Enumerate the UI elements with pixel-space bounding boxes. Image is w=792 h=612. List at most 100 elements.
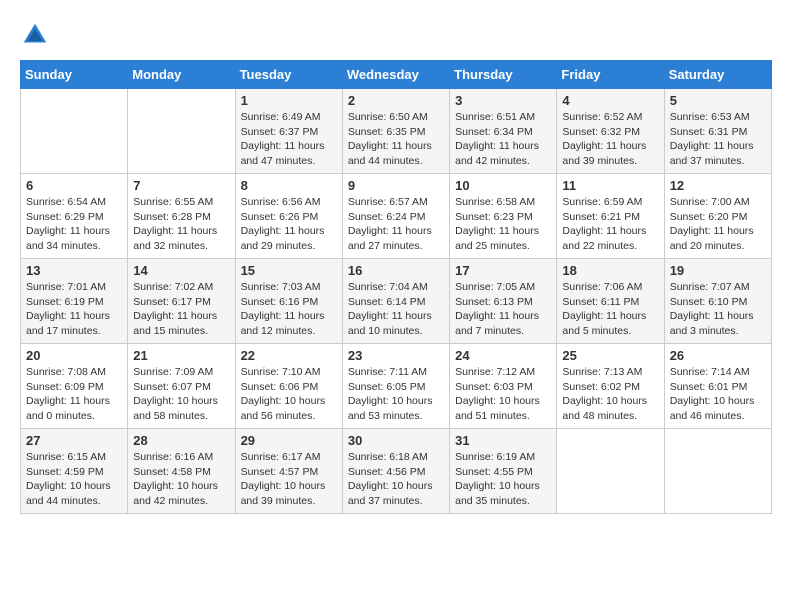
calendar-week-1: 1 Sunrise: 6:49 AM Sunset: 6:37 PM Daylig… <box>21 89 772 174</box>
calendar-cell: 16 Sunrise: 7:04 AM Sunset: 6:14 PM Dayli… <box>342 259 449 344</box>
logo-icon <box>20 20 50 50</box>
day-info: Sunrise: 7:06 AM Sunset: 6:11 PM Dayligh… <box>562 280 658 339</box>
calendar-cell <box>557 429 664 514</box>
calendar-cell: 23 Sunrise: 7:11 AM Sunset: 6:05 PM Dayli… <box>342 344 449 429</box>
day-info: Sunrise: 7:02 AM Sunset: 6:17 PM Dayligh… <box>133 280 229 339</box>
calendar-header: Sunday Monday Tuesday Wednesday Thursday… <box>21 61 772 89</box>
day-number: 31 <box>455 433 551 448</box>
day-number: 8 <box>241 178 337 193</box>
calendar-cell: 20 Sunrise: 7:08 AM Sunset: 6:09 PM Dayli… <box>21 344 128 429</box>
day-info: Sunrise: 6:49 AM Sunset: 6:37 PM Dayligh… <box>241 110 337 169</box>
day-number: 28 <box>133 433 229 448</box>
day-info: Sunrise: 7:14 AM Sunset: 6:01 PM Dayligh… <box>670 365 766 424</box>
calendar-week-4: 20 Sunrise: 7:08 AM Sunset: 6:09 PM Dayli… <box>21 344 772 429</box>
calendar-cell: 15Sunrise: 7:03 AM Sunset: 6:16 PM Dayli… <box>235 259 342 344</box>
calendar-cell: 12 Sunrise: 7:00 AM Sunset: 6:20 PM Dayli… <box>664 174 771 259</box>
col-saturday: Saturday <box>664 61 771 89</box>
day-info: Sunrise: 6:58 AM Sunset: 6:23 PM Dayligh… <box>455 195 551 254</box>
day-number: 13 <box>26 263 122 278</box>
calendar-week-2: 6 Sunrise: 6:54 AM Sunset: 6:29 PM Daylig… <box>21 174 772 259</box>
calendar-cell: 7 Sunrise: 6:55 AM Sunset: 6:28 PM Daylig… <box>128 174 235 259</box>
day-info: Sunrise: 6:18 AM Sunset: 4:56 PM Dayligh… <box>348 450 444 509</box>
day-number: 22 <box>241 348 337 363</box>
day-info: Sunrise: 7:04 AM Sunset: 6:14 PM Dayligh… <box>348 280 444 339</box>
calendar-cell: 24Sunrise: 7:12 AM Sunset: 6:03 PM Dayli… <box>450 344 557 429</box>
day-info: Sunrise: 6:15 AM Sunset: 4:59 PM Dayligh… <box>26 450 122 509</box>
day-info: Sunrise: 6:55 AM Sunset: 6:28 PM Dayligh… <box>133 195 229 254</box>
day-number: 2 <box>348 93 444 108</box>
day-number: 24 <box>455 348 551 363</box>
col-sunday: Sunday <box>21 61 128 89</box>
calendar-cell: 3Sunrise: 6:51 AM Sunset: 6:34 PM Daylig… <box>450 89 557 174</box>
day-info: Sunrise: 6:54 AM Sunset: 6:29 PM Dayligh… <box>26 195 122 254</box>
day-info: Sunrise: 6:51 AM Sunset: 6:34 PM Dayligh… <box>455 110 551 169</box>
calendar-cell: 29 Sunrise: 6:17 AM Sunset: 4:57 PM Dayli… <box>235 429 342 514</box>
day-number: 18 <box>562 263 658 278</box>
day-number: 12 <box>670 178 766 193</box>
day-info: Sunrise: 6:53 AM Sunset: 6:31 PM Dayligh… <box>670 110 766 169</box>
day-info: Sunrise: 7:08 AM Sunset: 6:09 PM Dayligh… <box>26 365 122 424</box>
calendar-cell: 10 Sunrise: 6:58 AM Sunset: 6:23 PM Dayli… <box>450 174 557 259</box>
day-info: Sunrise: 6:56 AM Sunset: 6:26 PM Dayligh… <box>241 195 337 254</box>
calendar-cell: 27 Sunrise: 6:15 AM Sunset: 4:59 PM Dayli… <box>21 429 128 514</box>
day-number: 7 <box>133 178 229 193</box>
day-info: Sunrise: 6:17 AM Sunset: 4:57 PM Dayligh… <box>241 450 337 509</box>
col-wednesday: Wednesday <box>342 61 449 89</box>
day-number: 29 <box>241 433 337 448</box>
calendar-cell: 31 Sunrise: 6:19 AM Sunset: 4:55 PM Dayli… <box>450 429 557 514</box>
logo <box>20 20 54 50</box>
calendar-cell: 30 Sunrise: 6:18 AM Sunset: 4:56 PM Dayli… <box>342 429 449 514</box>
calendar-cell: 21 Sunrise: 7:09 AM Sunset: 6:07 PM Dayli… <box>128 344 235 429</box>
day-info: Sunrise: 6:19 AM Sunset: 4:55 PM Dayligh… <box>455 450 551 509</box>
calendar-cell: 19 Sunrise: 7:07 AM Sunset: 6:10 PM Dayli… <box>664 259 771 344</box>
col-tuesday: Tuesday <box>235 61 342 89</box>
day-number: 16 <box>348 263 444 278</box>
day-info: Sunrise: 7:05 AM Sunset: 6:13 PM Dayligh… <box>455 280 551 339</box>
calendar-cell: 8 Sunrise: 6:56 AM Sunset: 6:26 PM Daylig… <box>235 174 342 259</box>
calendar-cell: 18 Sunrise: 7:06 AM Sunset: 6:11 PM Dayli… <box>557 259 664 344</box>
day-number: 5 <box>670 93 766 108</box>
day-info: Sunrise: 6:50 AM Sunset: 6:35 PM Dayligh… <box>348 110 444 169</box>
day-number: 6 <box>26 178 122 193</box>
day-number: 17 <box>455 263 551 278</box>
page-header <box>20 20 772 50</box>
day-number: 20 <box>26 348 122 363</box>
day-info: Sunrise: 7:00 AM Sunset: 6:20 PM Dayligh… <box>670 195 766 254</box>
day-number: 25 <box>562 348 658 363</box>
day-number: 19 <box>670 263 766 278</box>
calendar-body: 1 Sunrise: 6:49 AM Sunset: 6:37 PM Daylig… <box>21 89 772 514</box>
day-number: 1 <box>241 93 337 108</box>
calendar-cell <box>664 429 771 514</box>
day-info: Sunrise: 6:59 AM Sunset: 6:21 PM Dayligh… <box>562 195 658 254</box>
col-friday: Friday <box>557 61 664 89</box>
calendar-cell: 22 Sunrise: 7:10 AM Sunset: 6:06 PM Dayli… <box>235 344 342 429</box>
calendar-cell: 2 Sunrise: 6:50 AM Sunset: 6:35 PM Daylig… <box>342 89 449 174</box>
day-number: 10 <box>455 178 551 193</box>
day-info: Sunrise: 7:10 AM Sunset: 6:06 PM Dayligh… <box>241 365 337 424</box>
day-info: Sunrise: 7:09 AM Sunset: 6:07 PM Dayligh… <box>133 365 229 424</box>
day-number: 21 <box>133 348 229 363</box>
day-number: 14 <box>133 263 229 278</box>
calendar-cell <box>21 89 128 174</box>
day-info: Sunrise: 6:16 AM Sunset: 4:58 PM Dayligh… <box>133 450 229 509</box>
calendar-cell: 11Sunrise: 6:59 AM Sunset: 6:21 PM Dayli… <box>557 174 664 259</box>
day-info: Sunrise: 7:13 AM Sunset: 6:02 PM Dayligh… <box>562 365 658 424</box>
calendar-cell: 26Sunrise: 7:14 AM Sunset: 6:01 PM Dayli… <box>664 344 771 429</box>
day-info: Sunrise: 7:11 AM Sunset: 6:05 PM Dayligh… <box>348 365 444 424</box>
day-info: Sunrise: 6:52 AM Sunset: 6:32 PM Dayligh… <box>562 110 658 169</box>
col-monday: Monday <box>128 61 235 89</box>
calendar-cell: 9Sunrise: 6:57 AM Sunset: 6:24 PM Daylig… <box>342 174 449 259</box>
calendar-cell: 25 Sunrise: 7:13 AM Sunset: 6:02 PM Dayli… <box>557 344 664 429</box>
day-number: 15 <box>241 263 337 278</box>
calendar-cell: 4Sunrise: 6:52 AM Sunset: 6:32 PM Daylig… <box>557 89 664 174</box>
day-number: 27 <box>26 433 122 448</box>
day-info: Sunrise: 7:07 AM Sunset: 6:10 PM Dayligh… <box>670 280 766 339</box>
day-number: 30 <box>348 433 444 448</box>
calendar-week-5: 27 Sunrise: 6:15 AM Sunset: 4:59 PM Dayli… <box>21 429 772 514</box>
calendar-cell: 5 Sunrise: 6:53 AM Sunset: 6:31 PM Daylig… <box>664 89 771 174</box>
col-thursday: Thursday <box>450 61 557 89</box>
header-row: Sunday Monday Tuesday Wednesday Thursday… <box>21 61 772 89</box>
calendar-table: Sunday Monday Tuesday Wednesday Thursday… <box>20 60 772 514</box>
day-number: 23 <box>348 348 444 363</box>
day-number: 9 <box>348 178 444 193</box>
